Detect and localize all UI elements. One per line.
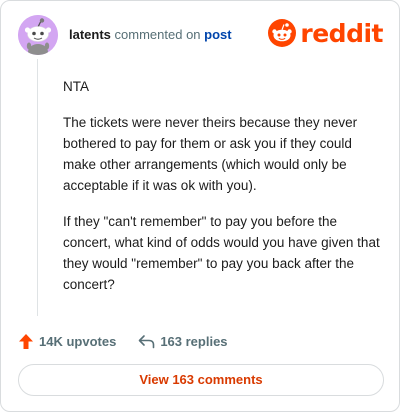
comment-actions: 14K upvotes 163 replies: [18, 331, 228, 351]
comment-body: NTA The tickets were never theirs becaus…: [63, 76, 385, 310]
upvote-count: 14K upvotes: [39, 333, 117, 349]
upvote-button[interactable]: 14K upvotes: [18, 333, 116, 350]
comment-meta: latents commented on post: [69, 27, 232, 43]
comment-paragraph: NTA: [63, 79, 89, 94]
replies-button[interactable]: 163 replies: [138, 333, 228, 349]
reply-count: 163 replies: [160, 333, 228, 349]
reddit-logo[interactable]: reddit: [268, 18, 383, 48]
upvote-arrow-icon: [19, 333, 33, 349]
username[interactable]: latents: [69, 27, 111, 42]
snoo-avatar-icon: [18, 15, 58, 55]
user-avatar[interactable]: [18, 15, 58, 55]
comment-paragraph: The tickets were never theirs because th…: [63, 115, 358, 193]
view-comments-button[interactable]: View 163 comments: [18, 364, 384, 396]
comment-paragraph: If they "can't remember" to pay you befo…: [63, 214, 380, 292]
reddit-snoo-icon: [268, 19, 297, 47]
logo-wordmark: reddit: [300, 18, 383, 48]
comment-card: latents commented on post reddit NTA The…: [0, 0, 400, 412]
thread-line[interactable]: [37, 59, 38, 316]
reply-arrow-icon: [139, 334, 155, 348]
commented-on-text: commented on: [114, 27, 201, 42]
post-link[interactable]: post: [204, 27, 231, 42]
